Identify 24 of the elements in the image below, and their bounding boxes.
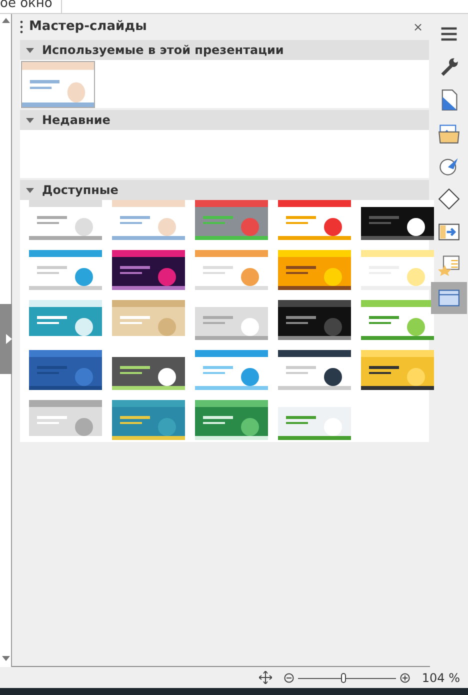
section-header[interactable]: Используемые в этой презентации (20, 40, 429, 60)
section-header[interactable]: Недавние (20, 110, 429, 130)
collapse-icon (26, 48, 34, 52)
zoom-percentage[interactable]: 104 % (422, 668, 460, 686)
move-icon[interactable] (258, 671, 272, 684)
collapse-icon (26, 118, 34, 122)
scroll-down-icon[interactable] (2, 656, 10, 661)
scroll-up-icon[interactable] (2, 18, 10, 23)
diamond-icon (438, 188, 460, 210)
close-button[interactable]: × (412, 18, 423, 36)
window-tab-label: ое окно (0, 0, 54, 10)
collapse-icon (26, 188, 34, 192)
zoom-out-icon[interactable] (284, 672, 294, 682)
picture-folder-icon (438, 122, 460, 144)
panel-title: Мастер-слайды (29, 18, 148, 36)
zoom-slider[interactable] (298, 672, 396, 682)
star-icon (438, 254, 460, 276)
sidebar-collapse-handle[interactable] (0, 304, 12, 374)
expand-icon (6, 334, 12, 344)
zoom-in-icon[interactable] (400, 672, 410, 682)
section-header[interactable]: Доступные (20, 180, 429, 200)
zoom-slider-thumb[interactable] (340, 672, 346, 682)
drag-handle-icon[interactable] (20, 20, 23, 34)
window-layout-icon (438, 287, 460, 309)
